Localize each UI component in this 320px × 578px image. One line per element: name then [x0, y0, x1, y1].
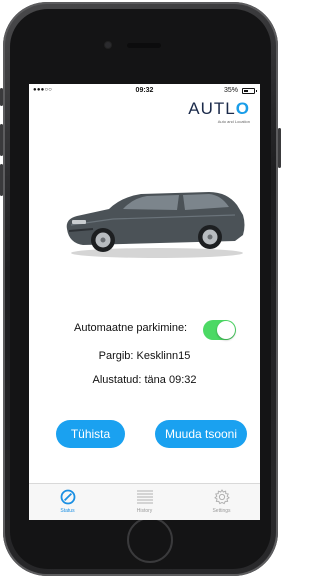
front-camera — [105, 42, 111, 48]
history-icon — [136, 490, 153, 504]
logo-tagline: Auto and Location — [217, 119, 250, 124]
parking-started-text: Alustatud: täna 09:32 — [92, 374, 197, 386]
tab-history-label: History — [136, 508, 153, 514]
mute-switch — [0, 88, 3, 106]
auto-parking-label: Automaatne parkimine: — [74, 322, 188, 334]
home-button[interactable] — [127, 517, 173, 563]
logo-wordmark: AUTLO — [188, 100, 250, 118]
tab-history[interactable]: History — [106, 484, 183, 520]
status-icon — [60, 489, 75, 505]
tab-bar: Status History Settings — [29, 483, 260, 520]
earpiece-speaker — [127, 43, 161, 48]
parking-zone-text: Pargib: Kesklinn15 — [98, 350, 191, 362]
tab-status[interactable]: Status — [29, 484, 106, 520]
app-logo: AUTLO Auto and Location — [188, 100, 250, 125]
phone-frame: ●●●○○ 09:32 35% AUTLO Auto and Location — [0, 2, 281, 576]
power-button — [278, 128, 281, 168]
battery-percent: 35% — [223, 87, 238, 94]
tab-status-label: Status — [60, 508, 75, 514]
logo-text-start: AUTL — [188, 99, 236, 118]
change-zone-button[interactable]: Muuda tsooni — [155, 420, 247, 448]
tab-settings-label: Settings — [212, 508, 231, 514]
car-image — [66, 192, 245, 258]
battery-icon — [242, 88, 257, 94]
tab-settings[interactable]: Settings — [183, 484, 260, 520]
toggle-knob — [217, 321, 235, 339]
settings-icon — [213, 489, 230, 505]
cancel-button[interactable]: Tühista — [56, 420, 125, 448]
status-bar: ●●●○○ 09:32 35% — [29, 84, 260, 98]
auto-parking-toggle[interactable] — [203, 320, 236, 340]
volume-down-button — [0, 164, 3, 196]
logo-text-end: O — [235, 99, 250, 118]
volume-up-button — [0, 124, 3, 156]
app-screen: ●●●○○ 09:32 35% AUTLO Auto and Location — [29, 84, 260, 520]
